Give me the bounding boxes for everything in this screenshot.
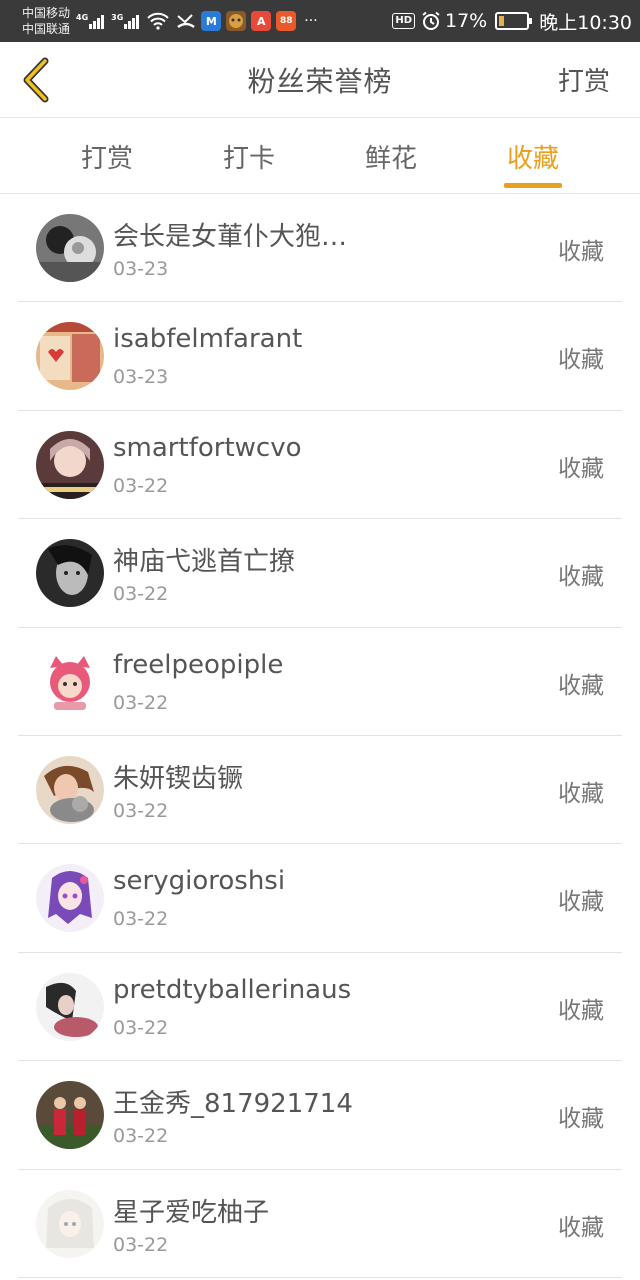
date: 03-22 (113, 1016, 169, 1039)
avatar (36, 539, 104, 608)
action-label: 收藏 (558, 239, 604, 265)
missed-call-icon (176, 12, 196, 30)
more-notifications-icon: ··· (304, 13, 318, 29)
user-name: 星子爱吃柚子 (113, 1197, 270, 1228)
avatar (36, 972, 104, 1041)
action-label: 收藏 (558, 1106, 604, 1133)
a-app-icon: A (251, 11, 272, 31)
tab-reward[interactable]: 打赏 (57, 118, 157, 194)
user-name: isabfelmfarant (113, 324, 303, 355)
date: 03-22 (113, 583, 169, 606)
avatar (36, 1081, 104, 1150)
tab-label: 打卡 (222, 143, 275, 174)
fan-list: 会长是女莗仆大狍… 03-23 收藏 isabfelmfarant 03-23 … (0, 194, 640, 1278)
tab-label: 打赏 (80, 143, 133, 174)
list-item[interactable]: 神庙弋逃首亡撩 03-22 收藏 (18, 519, 622, 628)
active-tab-indicator (504, 183, 562, 188)
nav-header: 粉丝荣誉榜 打赏 (0, 42, 640, 118)
list-item[interactable]: smartfortwcvo 03-22 收藏 (18, 411, 622, 520)
tab-checkin[interactable]: 打卡 (199, 118, 299, 194)
date: 03-23 (113, 366, 169, 389)
signal-4g-icon: 4G (76, 13, 105, 29)
user-name: 神庙弋逃首亡撩 (113, 547, 296, 578)
action-label: 收藏 (558, 347, 604, 374)
avatar (36, 755, 104, 824)
list-item[interactable]: 会长是女莗仆大狍… 03-23 收藏 (18, 194, 622, 303)
user-name: 王金秀_817921714 (113, 1089, 353, 1120)
date: 03-22 (113, 474, 169, 497)
list-item[interactable]: freelpeopiple 03-22 收藏 (18, 628, 622, 736)
list-item[interactable]: 王金秀_817921714 03-22 收藏 (18, 1061, 622, 1170)
carrier-names: 中国移动 中国联通 (22, 5, 70, 37)
action-label: 收藏 (558, 455, 604, 482)
clock: 晚上10:30 (539, 11, 632, 34)
list-item[interactable]: 星子爱吃柚子 03-22 收藏 (18, 1170, 622, 1278)
avatar (36, 647, 104, 716)
signal-4g-label: 4G (76, 13, 89, 22)
avatar (36, 864, 104, 933)
user-name: pretdtyballerinaus (113, 974, 352, 1005)
date: 03-22 (113, 799, 169, 822)
status-bar: 中国移动 中国联通 4G 3G M A 88 ··· HD 17% 晚上10:3… (0, 0, 640, 42)
action-label: 收藏 (558, 780, 604, 807)
signal-3g-label: 3G (111, 13, 124, 22)
carrier-2: 中国联通 (22, 22, 71, 36)
date: 03-22 (113, 691, 169, 714)
user-name: 朱妍锲齿镢 (113, 763, 244, 794)
list-item[interactable]: 朱妍锲齿镢 03-22 收藏 (18, 736, 622, 845)
list-item[interactable]: isabfelmfarant 03-23 收藏 (18, 302, 622, 411)
signal-3g-icon: 3G (111, 13, 140, 29)
action-label: 收藏 (558, 1214, 604, 1241)
alarm-icon (421, 11, 441, 31)
meituan-app-icon: M (201, 11, 222, 31)
action-label: 收藏 (558, 997, 604, 1024)
user-name: serygioroshsi (113, 866, 286, 897)
date: 03-22 (113, 908, 169, 931)
date: 03-23 (113, 258, 169, 280)
game-app-icon (226, 11, 247, 31)
avatar (36, 322, 104, 391)
user-name: smartfortwcvo (113, 432, 302, 463)
action-label: 收藏 (558, 672, 604, 699)
user-name: 会长是女莗仆大狍… (113, 222, 348, 252)
grid-app-icon: 88 (276, 11, 297, 31)
carrier-1: 中国移动 (22, 6, 71, 20)
wifi-icon (146, 12, 170, 30)
battery-percent: 17% (445, 10, 488, 32)
list-item[interactable]: pretdtyballerinaus 03-22 收藏 (18, 953, 622, 1062)
battery-icon (495, 12, 533, 30)
tab-favorites[interactable]: 收藏 (483, 118, 583, 194)
date: 03-22 (113, 1125, 169, 1148)
list-item[interactable]: serygioroshsi 03-22 收藏 (18, 844, 622, 953)
action-label: 收藏 (558, 564, 604, 591)
tab-flowers[interactable]: 鲜花 (341, 118, 441, 194)
hd-badge: HD (392, 13, 415, 29)
avatar (36, 1189, 104, 1258)
tab-label: 鲜花 (364, 143, 417, 174)
tab-bar: 打赏 打卡 鲜花 收藏 (0, 118, 640, 194)
avatar (36, 430, 104, 499)
date: 03-22 (113, 1233, 169, 1256)
tab-label: 收藏 (506, 143, 559, 174)
avatar (36, 214, 104, 282)
user-name: freelpeopiple (113, 649, 284, 680)
reward-button[interactable]: 打赏 (558, 61, 610, 98)
page-title: 粉丝荣誉榜 (247, 64, 393, 98)
action-label: 收藏 (558, 889, 604, 916)
